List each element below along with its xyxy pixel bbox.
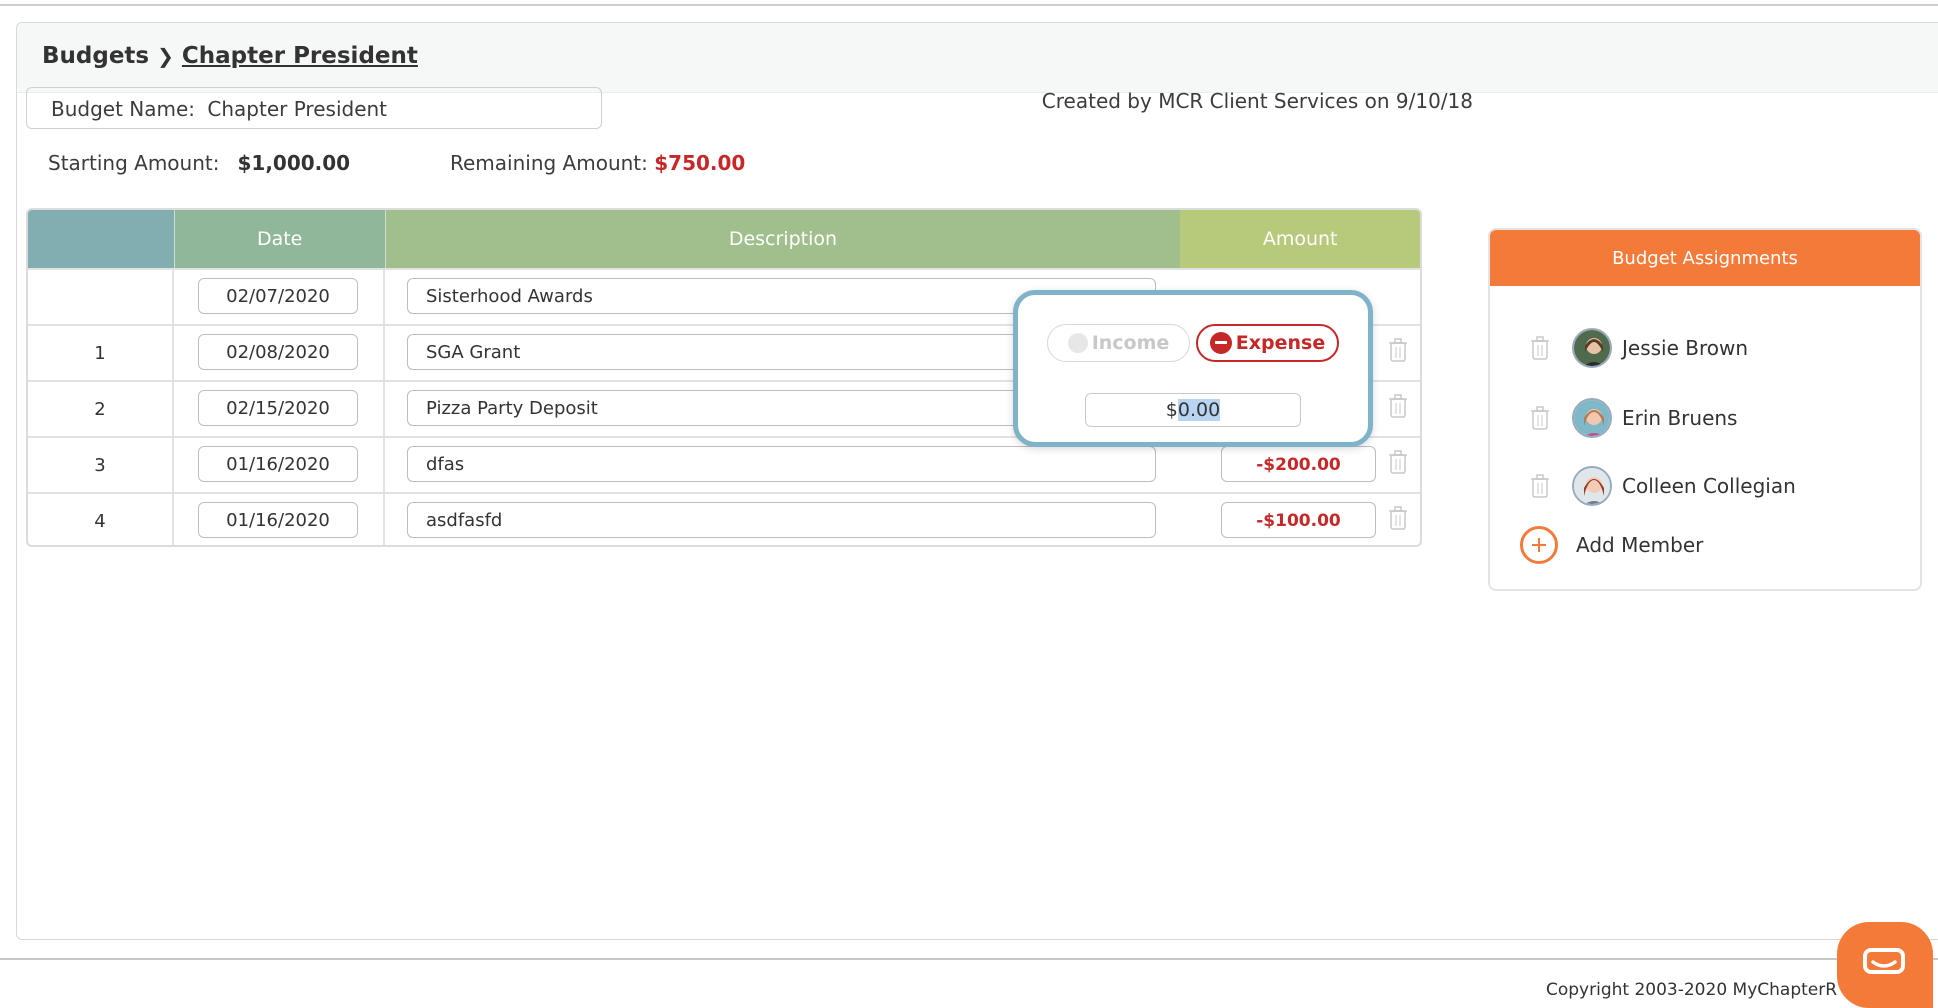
header-amount: Amount	[1180, 210, 1420, 268]
footer-divider	[0, 958, 1938, 960]
card-header: Budgets ❯ Chapter President	[17, 23, 1938, 93]
budget-assignments-title: Budget Assignments	[1490, 230, 1920, 286]
member-name: Colleen Collegian	[1622, 474, 1796, 498]
budget-name-field[interactable]: Budget Name: Chapter President	[26, 87, 602, 129]
row-index: 4	[28, 494, 174, 545]
income-toggle-button[interactable]: Income	[1047, 324, 1190, 362]
member-row: Erin Bruens	[1490, 398, 1920, 438]
row-index: 2	[28, 382, 174, 436]
plus-circle-icon	[1067, 333, 1088, 353]
member-row: Colleen Collegian	[1490, 466, 1920, 506]
trash-icon[interactable]	[1530, 336, 1550, 360]
member-name: Erin Bruens	[1622, 406, 1738, 430]
plus-circle-icon	[1520, 526, 1558, 564]
chat-icon	[1863, 948, 1905, 974]
copyright-text: Copyright 2003-2020 MyChapterR	[1546, 980, 1838, 1000]
date-input[interactable]: 02/07/2020	[198, 278, 358, 314]
description-input[interactable]: dfas	[407, 446, 1156, 482]
date-cell: 02/08/2020	[174, 326, 385, 380]
expense-label: Expense	[1235, 332, 1326, 354]
row-index: 3	[28, 438, 174, 492]
table-row: 4 01/16/2020 asdfasfd -$100.00	[28, 492, 1420, 545]
amount-selected-text: 0.00	[1177, 399, 1221, 421]
add-member-button[interactable]: Add Member	[1490, 526, 1920, 566]
income-label: Income	[1091, 332, 1170, 354]
date-cell: 01/16/2020	[174, 494, 385, 545]
row-index: 1	[28, 326, 174, 380]
date-cell: 01/16/2020	[174, 438, 385, 492]
avatar	[1572, 466, 1612, 506]
breadcrumb-separator-icon: ❯	[157, 44, 174, 68]
budget-assignments-panel: Budget Assignments Jessie Brown Erin Bru…	[1488, 228, 1922, 591]
trash-icon[interactable]	[1530, 474, 1550, 498]
created-by-text: Created by MCR Client Services on 9/10/1…	[1041, 89, 1473, 113]
breadcrumb: Budgets ❯ Chapter President	[42, 43, 418, 69]
amount-input[interactable]: -$200.00	[1221, 446, 1376, 482]
top-divider	[0, 4, 1938, 6]
date-input[interactable]: 02/15/2020	[198, 390, 358, 426]
breadcrumb-current-link[interactable]: Chapter President	[182, 43, 418, 69]
starting-amount-value: $1,000.00	[237, 151, 351, 175]
budget-name-label: Budget Name:	[51, 97, 196, 121]
add-member-label: Add Member	[1576, 533, 1704, 557]
member-row: Jessie Brown	[1490, 328, 1920, 368]
popover-amount-input[interactable]: $0.00	[1085, 393, 1301, 427]
trash-icon[interactable]	[1388, 338, 1408, 362]
header-date: Date	[173, 210, 385, 268]
chat-launcher-button[interactable]	[1837, 922, 1933, 1008]
trash-icon[interactable]	[1388, 450, 1408, 474]
starting-amount-label: Starting Amount:	[48, 151, 220, 175]
remaining-amount-label: Remaining Amount:	[450, 151, 648, 175]
description-input[interactable]: asdfasfd	[407, 502, 1156, 538]
trash-icon[interactable]	[1530, 406, 1550, 430]
trash-icon[interactable]	[1388, 506, 1408, 530]
trash-icon[interactable]	[1388, 394, 1408, 418]
date-cell: 02/07/2020	[174, 270, 385, 324]
minus-circle-icon	[1209, 332, 1232, 354]
row-index	[28, 270, 174, 324]
remaining-amount-value: $750.00	[654, 151, 746, 175]
header-index	[28, 210, 174, 268]
amount-input[interactable]: -$100.00	[1221, 502, 1376, 538]
breadcrumb-budgets-link[interactable]: Budgets	[42, 43, 149, 69]
amount-type-popover: Income Expense $0.00	[1013, 290, 1373, 447]
date-input[interactable]: 01/16/2020	[198, 502, 358, 538]
member-name: Jessie Brown	[1622, 336, 1749, 360]
expense-toggle-button[interactable]: Expense	[1196, 324, 1339, 362]
table-header: Date Description Amount	[28, 210, 1420, 268]
remaining-amount: Remaining Amount: $750.00	[450, 151, 745, 175]
budget-name-value: Chapter President	[207, 97, 388, 121]
avatar	[1572, 398, 1612, 438]
date-input[interactable]: 02/08/2020	[198, 334, 358, 370]
avatar	[1572, 328, 1612, 368]
starting-amount: Starting Amount: $1,000.00	[48, 151, 350, 175]
date-input[interactable]: 01/16/2020	[198, 446, 358, 482]
header-description: Description	[384, 210, 1181, 268]
amount-prefix: $	[1165, 399, 1178, 421]
date-cell: 02/15/2020	[174, 382, 385, 436]
